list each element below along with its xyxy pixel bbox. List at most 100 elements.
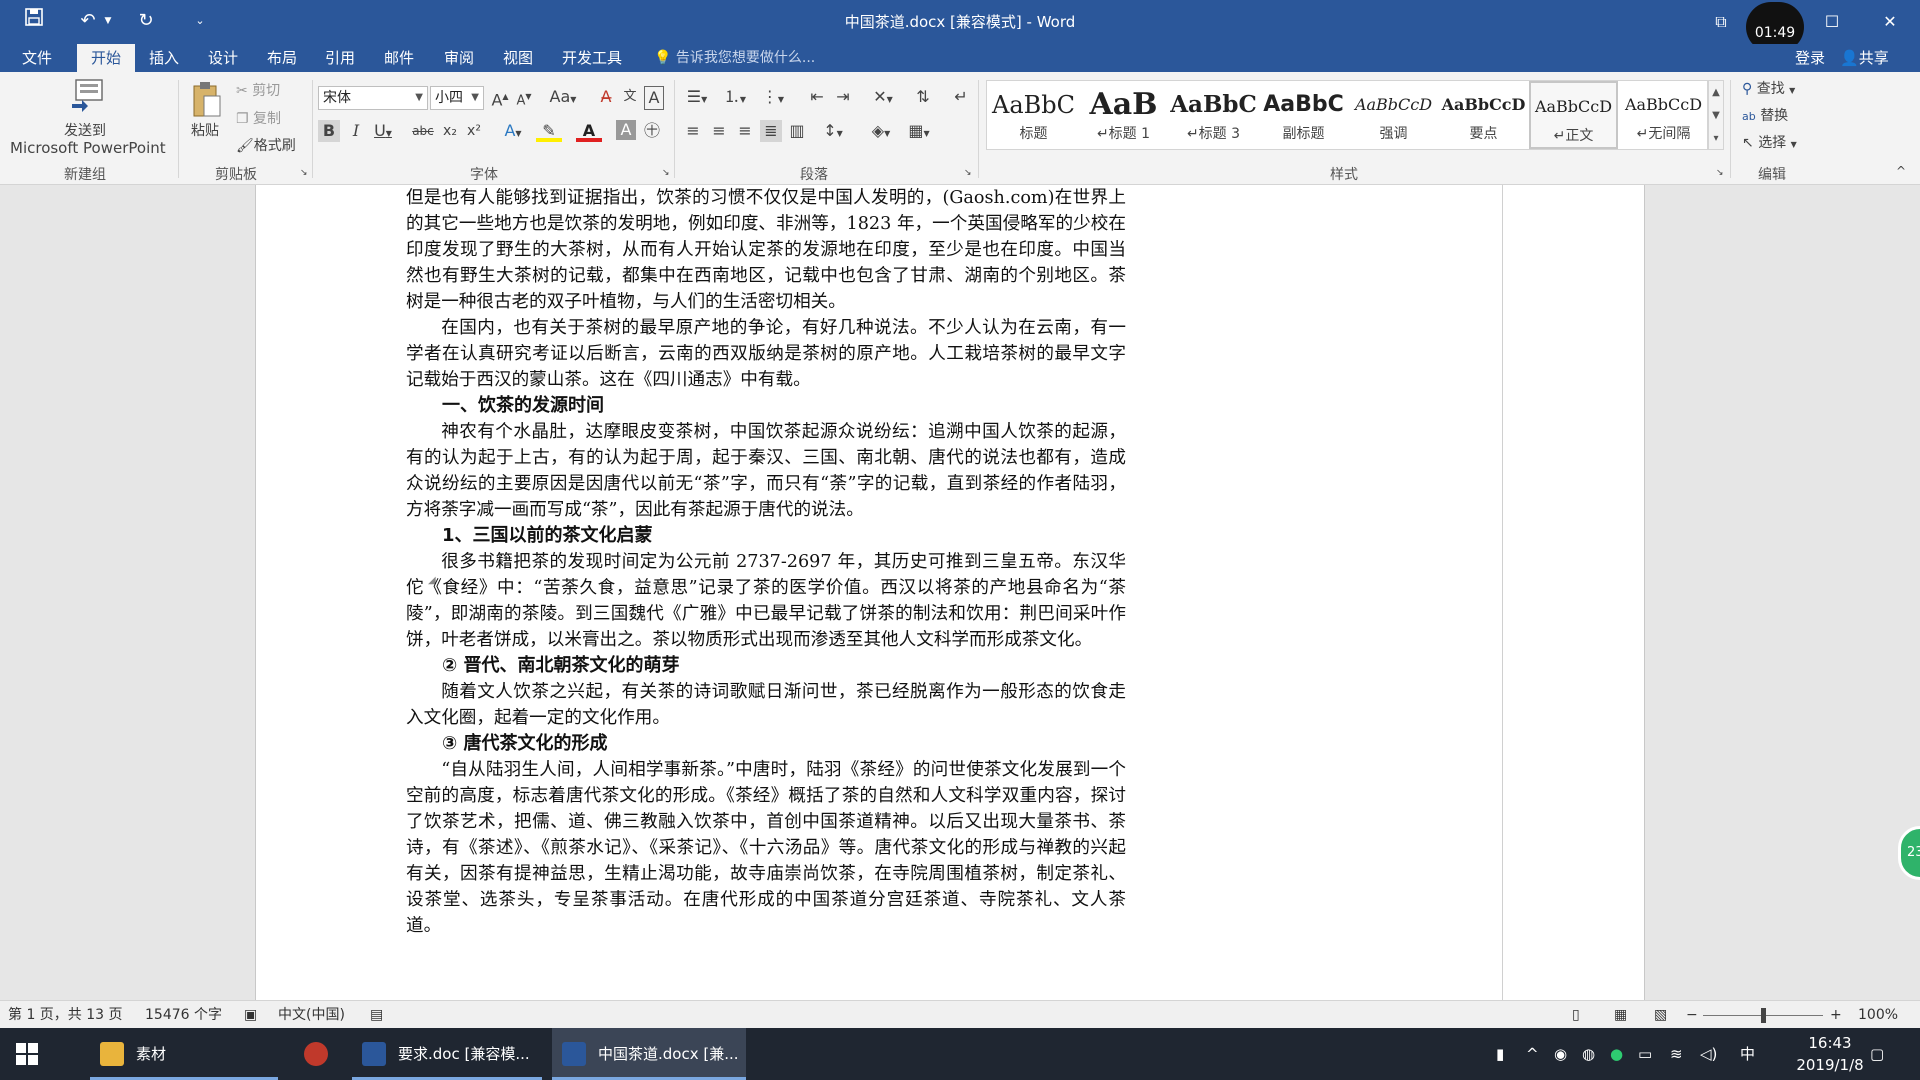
print-layout-icon[interactable]: ▦ xyxy=(1614,1001,1627,1029)
battery-saver-icon[interactable]: ▮ xyxy=(1496,1028,1504,1080)
italic-icon[interactable]: I xyxy=(346,120,366,142)
copy-button[interactable]: ❐ 复制 xyxy=(236,108,281,128)
share-button[interactable]: 👤共享 xyxy=(1840,44,1889,72)
multilevel-list-icon[interactable]: ⋮▼ xyxy=(758,86,788,111)
decrease-indent-icon[interactable]: ⇤ xyxy=(806,86,828,108)
chinese-layout-icon[interactable]: ✕▼ xyxy=(868,86,898,111)
zoom-out-icon[interactable]: − xyxy=(1686,1001,1698,1029)
borders-icon[interactable]: ▦▼ xyxy=(904,120,934,145)
font-name-combo[interactable]: 宋体 ▼ xyxy=(318,86,428,110)
page-count[interactable]: 第 1 页，共 13 页 xyxy=(8,1001,123,1029)
strikethrough-icon[interactable]: abc xyxy=(410,120,436,142)
text-effects-icon[interactable]: A▼ xyxy=(500,120,526,145)
taskbar-item-word-requirements[interactable]: 要求.doc [兼容模... xyxy=(352,1028,542,1080)
tab-layout[interactable]: 布局 xyxy=(253,44,311,72)
style-heading-1[interactable]: AaB ↵标题 1 xyxy=(1079,81,1168,149)
login-link[interactable]: 登录 xyxy=(1795,44,1825,72)
subscript-icon[interactable]: x₂ xyxy=(440,120,460,142)
shading-icon[interactable]: ◈▼ xyxy=(866,120,896,145)
numbering-icon[interactable]: ⒈▼ xyxy=(720,86,750,111)
volume-icon[interactable]: ◁) xyxy=(1700,1028,1717,1080)
tab-view[interactable]: 视图 xyxy=(489,44,547,72)
tell-me-search[interactable]: 💡 告诉我您想要做什么... xyxy=(654,44,815,72)
style-title[interactable]: AaBbC 标题 xyxy=(989,81,1078,149)
paragraph-launcher-icon[interactable]: ↘ xyxy=(964,168,972,178)
zoom-slider-thumb[interactable] xyxy=(1761,1008,1766,1023)
style-no-spacing[interactable]: AaBbCcD ↵无间隔 xyxy=(1619,81,1708,149)
battery-icon[interactable]: ▭ xyxy=(1638,1028,1652,1080)
character-shading-icon[interactable]: A xyxy=(616,120,636,140)
tab-insert[interactable]: 插入 xyxy=(135,44,193,72)
grow-font-icon[interactable]: A▲ xyxy=(490,86,510,111)
sort-icon[interactable]: ⇅ xyxy=(912,86,934,108)
taskbar-item-word-tea[interactable]: 中国茶道.docx [兼... xyxy=(552,1028,746,1080)
zoom-in-icon[interactable]: + xyxy=(1830,1001,1842,1029)
document-body[interactable]: 但是也有人能够找到证据指出，饮茶的习惯不仅仅是中国人发明的，(Gaosh.com… xyxy=(406,185,1126,1000)
align-right-icon[interactable]: ≡ xyxy=(734,120,756,142)
font-size-combo[interactable]: 小四 ▼ xyxy=(430,86,484,110)
paste-icon[interactable] xyxy=(188,80,224,122)
macro-record-icon[interactable]: ▤ xyxy=(370,1001,383,1029)
ribbon-display-options-icon[interactable]: ⧉ xyxy=(1693,0,1749,44)
proofing-icon[interactable]: ▣ xyxy=(244,1001,257,1029)
language-indicator[interactable]: 中文(中国) xyxy=(278,1001,345,1029)
bold-icon[interactable]: B xyxy=(318,120,340,142)
styles-gallery-scroll[interactable]: ▲ ▼ ▾ xyxy=(1708,80,1724,150)
tab-home[interactable]: 开始 xyxy=(77,44,136,72)
font-color-icon[interactable]: A xyxy=(576,120,602,142)
bullets-icon[interactable]: ☰▼ xyxy=(682,86,712,111)
justify-icon[interactable]: ≣ xyxy=(760,120,782,142)
qq-icon[interactable]: ◍ xyxy=(1582,1028,1595,1080)
tab-references[interactable]: 引用 xyxy=(311,44,369,72)
tab-review[interactable]: 审阅 xyxy=(430,44,488,72)
increase-indent-icon[interactable]: ⇥ xyxy=(832,86,854,108)
tab-file[interactable]: 文件 xyxy=(8,44,66,72)
show-marks-icon[interactable]: ↵ xyxy=(950,86,972,108)
cut-button[interactable]: ✂ 剪切 xyxy=(236,80,280,100)
highlight-icon[interactable]: ✎ xyxy=(536,120,562,142)
enclose-characters-icon[interactable]: ㊉ xyxy=(642,120,662,142)
style-strong[interactable]: AaBbCcD 要点 xyxy=(1439,81,1528,149)
change-case-icon[interactable]: Aa▼ xyxy=(548,86,578,111)
shrink-font-icon[interactable]: A▼ xyxy=(514,86,534,112)
tab-developer[interactable]: 开发工具 xyxy=(548,44,636,72)
style-normal[interactable]: AaBbCcD ↵正文 xyxy=(1529,81,1618,149)
clipboard-launcher-icon[interactable]: ↘ xyxy=(300,168,308,178)
align-center-icon[interactable]: ≡ xyxy=(708,120,730,142)
tab-design[interactable]: 设计 xyxy=(194,44,252,72)
wechat-icon[interactable]: ● xyxy=(1610,1028,1623,1080)
paste-label[interactable]: 粘贴 xyxy=(191,120,219,140)
send-to-label-2[interactable]: Microsoft PowerPoint xyxy=(10,139,166,157)
taskbar-item-folder[interactable]: 素材 xyxy=(90,1028,278,1080)
styles-launcher-icon[interactable]: ↘ xyxy=(1716,168,1724,178)
underline-icon[interactable]: U▼ xyxy=(370,120,396,145)
select-button[interactable]: ↖ 选择 ▼ xyxy=(1742,132,1797,152)
style-subtitle[interactable]: AaBbC 副标题 xyxy=(1259,81,1348,149)
align-left-icon[interactable]: ≡ xyxy=(682,120,704,142)
collapse-ribbon-icon[interactable]: ^ xyxy=(1896,164,1906,178)
windows-start-icon[interactable] xyxy=(16,1028,46,1080)
send-to-powerpoint-icon[interactable] xyxy=(66,78,110,114)
phonetic-guide-icon[interactable]: 文 xyxy=(620,86,640,108)
wifi-icon[interactable]: ≋ xyxy=(1670,1028,1683,1080)
character-border-icon[interactable]: A xyxy=(644,86,664,110)
style-emphasis[interactable]: AaBbCcD 强调 xyxy=(1349,81,1438,149)
maximize-button[interactable]: ☐ xyxy=(1804,0,1860,44)
taskbar-clock[interactable]: 16:43 2019/1/8 xyxy=(1790,1032,1870,1076)
close-button[interactable]: ✕ xyxy=(1862,0,1918,44)
font-launcher-icon[interactable]: ↘ xyxy=(662,168,670,178)
replace-button[interactable]: ab 替换 xyxy=(1742,105,1788,125)
show-hidden-icons-icon[interactable]: ^ xyxy=(1526,1028,1539,1080)
find-button[interactable]: ⚲ 查找 ▼ xyxy=(1742,78,1795,98)
tab-mailings[interactable]: 邮件 xyxy=(370,44,428,72)
notification-center-icon[interactable]: ▢ xyxy=(1870,1028,1884,1080)
line-spacing-icon[interactable]: ↕▼ xyxy=(818,120,848,145)
clear-formatting-icon[interactable]: A̶ xyxy=(596,86,616,108)
superscript-icon[interactable]: x² xyxy=(464,120,484,142)
zoom-level[interactable]: 100% xyxy=(1858,1001,1898,1029)
send-to-label-1[interactable]: 发送到 xyxy=(64,120,106,140)
antivirus-icon[interactable]: ◉ xyxy=(1554,1028,1567,1080)
style-heading-3[interactable]: AaBbC ↵标题 3 xyxy=(1169,81,1258,149)
read-mode-icon[interactable]: ▯ xyxy=(1572,1001,1580,1029)
web-layout-icon[interactable]: ▧ xyxy=(1654,1001,1667,1029)
